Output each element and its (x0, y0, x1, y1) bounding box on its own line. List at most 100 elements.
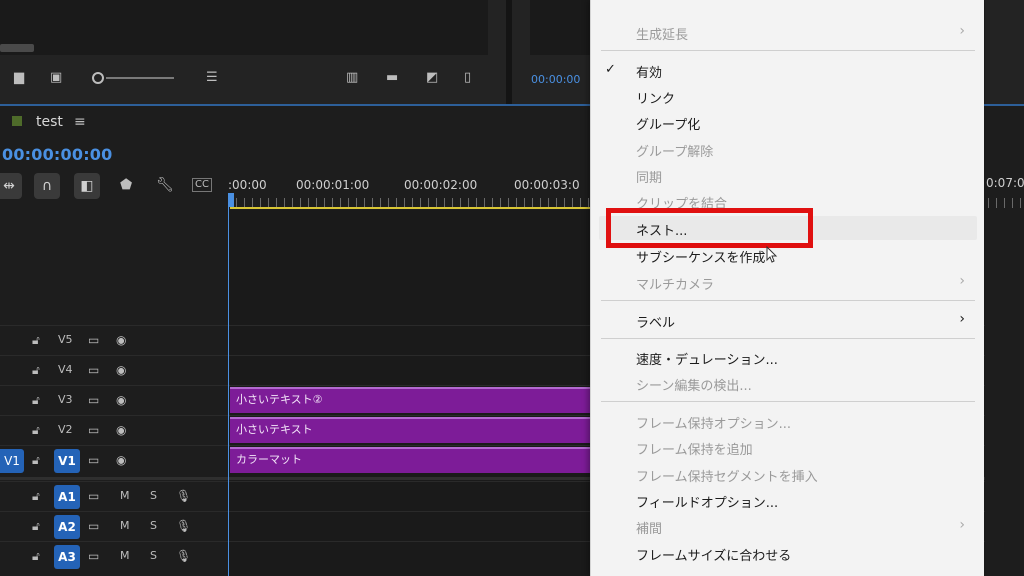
track-target-a1[interactable]: A1 (54, 485, 80, 509)
ruler-label: 00:00:01:00 (296, 178, 370, 192)
track-header-v3: 🔓︎ V3 ▭ ◉ (0, 386, 228, 416)
mute-button[interactable]: M (120, 489, 130, 502)
source-monitor-viewport (0, 0, 488, 55)
lock-icon[interactable]: 🔓︎ (32, 393, 40, 408)
track-name[interactable]: V5 (58, 333, 73, 346)
program-timecode[interactable]: 00:00:00 (531, 73, 580, 86)
solo-button[interactable]: S (150, 549, 157, 562)
menu-item-frame-hold-options[interactable]: フレーム保持オプション... (591, 409, 985, 433)
lock-icon[interactable]: 🔓︎ (32, 333, 40, 348)
eye-icon[interactable]: ◉ (116, 453, 126, 467)
sync-lock-icon[interactable]: ▭ (88, 393, 99, 407)
linked-selection-icon[interactable]: ◧ (74, 173, 100, 199)
microphone-icon[interactable]: 🎙︎ (176, 549, 191, 563)
track-name[interactable]: V2 (58, 423, 73, 436)
lock-icon[interactable]: 🔓︎ (32, 423, 40, 438)
wrench-icon[interactable]: 🔧︎ (156, 175, 174, 195)
lock-icon[interactable]: 🔓︎ (32, 453, 40, 468)
menu-item-field-options[interactable]: フィールドオプション... (591, 488, 985, 512)
microphone-icon[interactable]: 🎙︎ (176, 519, 191, 533)
sequence-color-chip (12, 116, 22, 126)
clip-v3[interactable]: 小さいテキスト② (230, 387, 590, 413)
menu-item-insert-frame-hold-segment[interactable]: フレーム保持セグメントを挿入 (591, 462, 985, 486)
menu-item-speed-duration[interactable]: 速度・デュレーション... (591, 345, 985, 369)
eye-icon[interactable]: ◉ (116, 333, 126, 347)
menu-item-synchronize[interactable]: 同期 (591, 163, 985, 187)
lock-icon[interactable]: 🔓︎ (32, 549, 40, 564)
menu-separator (601, 50, 975, 51)
eye-icon[interactable]: ◉ (116, 423, 126, 437)
context-menu: 生成延長 › ✓ 有効 リンク グループ化 グループ解除 同期 クリップを結合 … (590, 0, 984, 576)
track-header-a2: 🔓︎ A2 ▭ M S 🎙︎ (0, 512, 228, 542)
sync-lock-icon[interactable]: ▭ (88, 333, 99, 347)
panel-menu-icon[interactable]: ≡ (74, 114, 86, 130)
snap-icon[interactable]: ∩ (34, 173, 60, 199)
zoom-slider-knob[interactable] (92, 72, 104, 84)
horizontal-scrollbar[interactable] (0, 44, 34, 52)
eye-icon[interactable]: ◉ (116, 363, 126, 377)
zoom-slider-track[interactable] (106, 77, 174, 79)
mute-button[interactable]: M (120, 549, 130, 562)
sync-lock-icon[interactable]: ▭ (88, 363, 99, 377)
menu-item-group[interactable]: グループ化 (591, 110, 985, 134)
automate-to-sequence-icon[interactable]: ▥ (346, 71, 358, 85)
captions-icon[interactable]: CC (192, 178, 212, 192)
sync-lock-icon[interactable]: ▭ (88, 549, 99, 563)
mouse-cursor-icon (766, 246, 778, 263)
sync-lock-icon[interactable]: ▭ (88, 489, 99, 503)
add-marker-icon[interactable]: ⬟ (120, 175, 132, 195)
clip-v2[interactable]: 小さいテキスト (230, 417, 590, 443)
lock-icon[interactable]: 🔓︎ (32, 363, 40, 378)
menu-item-ungroup[interactable]: グループ解除 (591, 137, 985, 161)
solo-button[interactable]: S (150, 519, 157, 532)
track-target-a2[interactable]: A2 (54, 515, 80, 539)
menu-item-generative-extend[interactable]: 生成延長 › (591, 20, 985, 44)
track-target-a3[interactable]: A3 (54, 545, 80, 569)
menu-item-add-frame-hold[interactable]: フレーム保持を追加 (591, 435, 985, 459)
clip-label: 小さいテキスト (236, 423, 313, 436)
microphone-icon[interactable]: 🎙︎ (176, 489, 191, 503)
menu-item-scale-to-frame-size[interactable]: フレームサイズに合わせる (591, 541, 985, 565)
sync-lock-icon[interactable]: ▭ (88, 453, 99, 467)
list-view-icon[interactable]: ▆ (14, 71, 24, 85)
lock-icon[interactable]: 🔓︎ (32, 489, 40, 504)
chevron-right-icon: › (959, 517, 965, 533)
new-item-icon[interactable]: ◩ (426, 71, 438, 85)
playhead-handle[interactable] (228, 193, 234, 207)
sort-icon[interactable]: ☰ (206, 71, 218, 85)
work-area-bar[interactable] (230, 207, 590, 209)
menu-item-link[interactable]: リンク (591, 84, 985, 108)
track-header-v1: V1 🔓︎ V1 ▭ ◉ (0, 446, 228, 476)
trash-icon[interactable]: ▯ (464, 71, 471, 85)
source-patch-v1[interactable]: V1 (0, 449, 24, 473)
program-monitor-panel (512, 0, 592, 104)
mute-button[interactable]: M (120, 519, 130, 532)
playhead-line[interactable] (228, 207, 229, 576)
time-ruler[interactable]: :00:00 00:00:01:00 00:00:02:00 00:00:03:… (228, 170, 590, 210)
sequence-tab-name[interactable]: test (36, 114, 63, 130)
clip-label: カラーマット (236, 453, 302, 466)
track-target-v1[interactable]: V1 (54, 449, 80, 473)
track-header-a1: 🔓︎ A1 ▭ M S 🎙︎ (0, 482, 228, 512)
check-icon: ✓ (605, 62, 616, 77)
insert-nest-icon[interactable]: ⇹ (0, 173, 22, 199)
menu-item-multi-camera[interactable]: マルチカメラ › (591, 270, 985, 294)
menu-item-time-interpolation[interactable]: 補間 › (591, 514, 985, 538)
ruler-label: 00:00:03:0 (514, 178, 580, 192)
menu-item-label[interactable]: ラベル › (591, 308, 985, 332)
sync-lock-icon[interactable]: ▭ (88, 519, 99, 533)
menu-item-scene-edit-detection[interactable]: シーン編集の検出... (591, 371, 985, 395)
new-bin-icon[interactable]: ▬ (386, 71, 398, 85)
playhead-timecode[interactable]: 00:00:00:00 (2, 145, 112, 164)
program-monitor-viewport (530, 0, 592, 55)
icon-view-icon[interactable]: ▣ (50, 71, 62, 85)
eye-icon[interactable]: ◉ (116, 393, 126, 407)
lock-icon[interactable]: 🔓︎ (32, 519, 40, 534)
track-name[interactable]: V4 (58, 363, 73, 376)
menu-item-enable[interactable]: ✓ 有効 (591, 58, 985, 82)
clip-v1[interactable]: カラーマット (230, 447, 590, 473)
sync-lock-icon[interactable]: ▭ (88, 423, 99, 437)
track-name[interactable]: V3 (58, 393, 73, 406)
solo-button[interactable]: S (150, 489, 157, 502)
clip-label: 小さいテキスト② (236, 393, 323, 406)
